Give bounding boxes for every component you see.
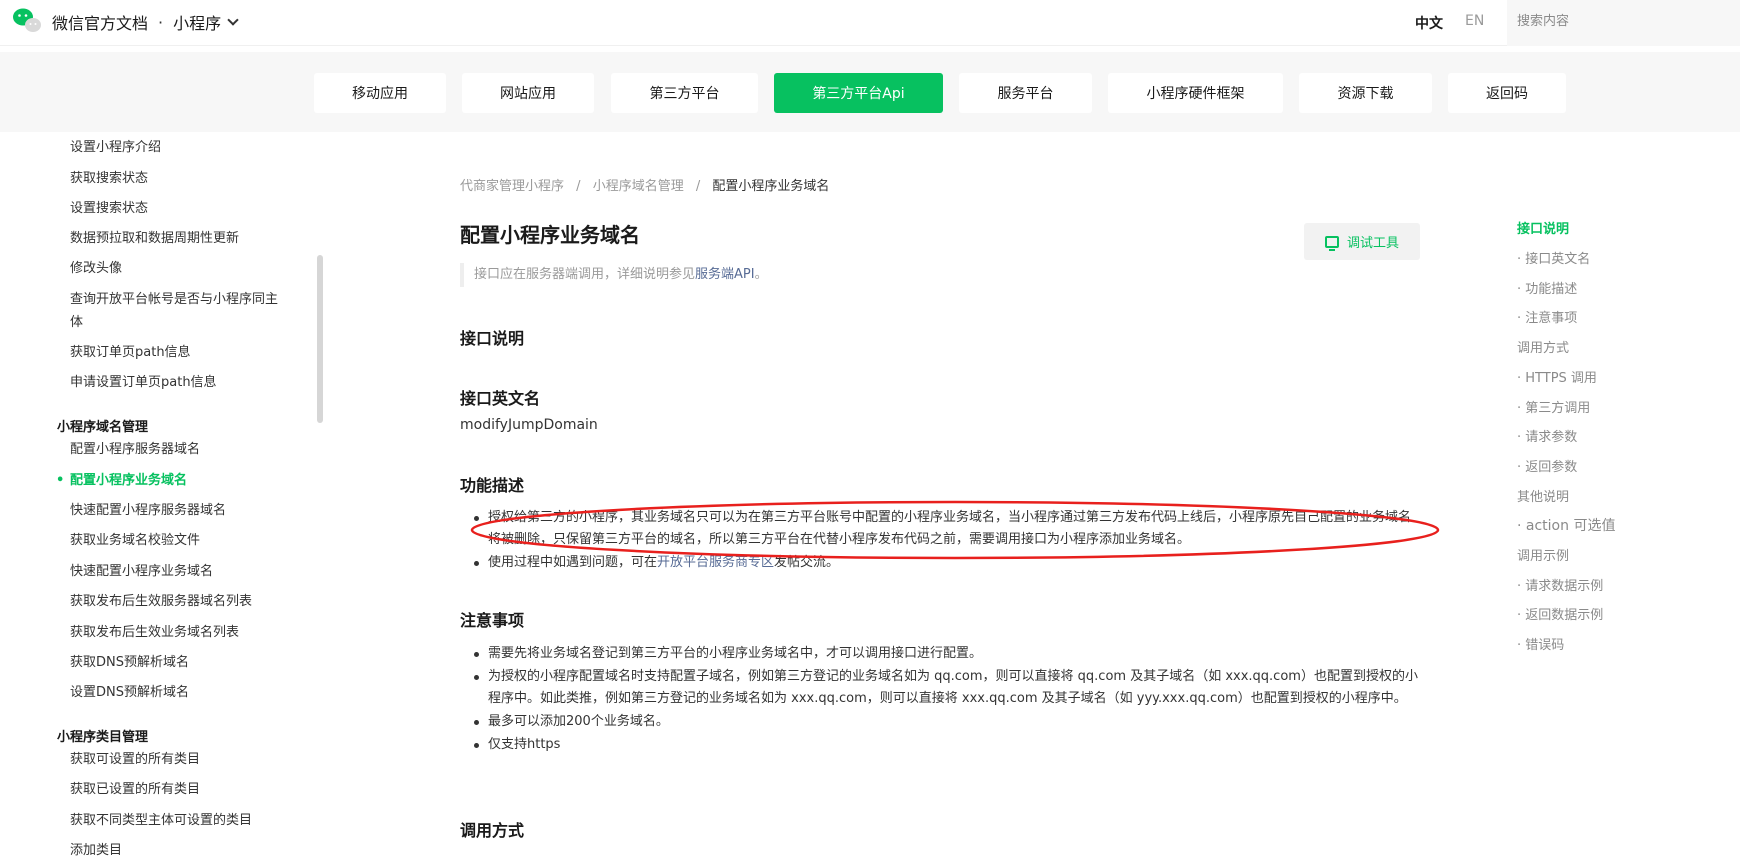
sidebar-item[interactable]: 设置DNS预解析域名	[70, 681, 290, 704]
toc-item-active[interactable]: 接口说明	[1517, 218, 1569, 237]
breadcrumb-separator: /	[576, 179, 581, 194]
search-input[interactable]	[1507, 0, 1740, 42]
list-item: 授权给第三方的小程序，其业务域名只可以为在第三方平台账号中配置的小程序业务域名，…	[474, 507, 1418, 551]
product-label: 小程序	[173, 14, 222, 33]
section-notes: 注意事项	[460, 611, 525, 630]
sidebar-item[interactable]: 添加类目	[70, 839, 290, 862]
sidebar-scrollbar[interactable]	[317, 255, 323, 423]
toc-item[interactable]: · HTTPS 调用	[1517, 367, 1597, 386]
cat-third-party-api[interactable]: 第三方平台Api	[774, 73, 943, 113]
breadcrumb-item[interactable]: 代商家管理小程序	[460, 179, 564, 194]
sidebar: 设置小程序介绍 获取搜索状态 设置搜索状态 数据预拉取和数据周期性更新 修改头像…	[40, 132, 324, 862]
page-title: 配置小程序业务域名	[460, 223, 640, 247]
notes-list: 需要先将业务域名登记到第三方平台的小程序业务域名中，才可以调用接口进行配置。 为…	[474, 643, 1418, 757]
desc-text: 使用过程中如遇到问题，可在	[488, 555, 658, 570]
toc-item[interactable]: · 注意事项	[1517, 307, 1577, 326]
service-zone-link[interactable]: 开放平台服务商专区	[657, 555, 774, 570]
toc-item[interactable]: · 返回参数	[1517, 456, 1577, 475]
sidebar-item[interactable]: 获取不同类型主体可设置的类目	[70, 809, 290, 832]
search-box	[1507, 0, 1740, 46]
product-selector[interactable]: 小程序	[173, 10, 239, 34]
brand: 微信官方文档 · 小程序	[52, 10, 239, 34]
description-list: 授权给第三方的小程序，其业务域名只可以为在第三方平台账号中配置的小程序业务域名，…	[474, 507, 1418, 575]
toc-item[interactable]: 调用示例	[1517, 545, 1569, 564]
section-description: 功能描述	[460, 476, 525, 495]
sidebar-item[interactable]: 快速配置小程序业务域名	[70, 560, 290, 583]
sidebar-item[interactable]: 查询开放平台帐号是否与小程序同主体	[70, 288, 290, 334]
sidebar-item[interactable]: 获取业务域名校验文件	[70, 529, 290, 552]
debug-tool-button[interactable]: 调试工具	[1304, 223, 1420, 260]
lang-en-link[interactable]: EN	[1465, 13, 1484, 29]
sidebar-item[interactable]: 申请设置订单页path信息	[70, 371, 290, 394]
sidebar-item[interactable]: 设置小程序介绍	[70, 136, 290, 159]
sidebar-item-active[interactable]: 配置小程序业务域名	[56, 469, 290, 492]
cat-resource-download[interactable]: 资源下载	[1299, 73, 1432, 113]
note-text: 接口应在服务器端调用，详细说明参见	[474, 267, 696, 282]
sidebar-item[interactable]: 获取发布后生效业务域名列表	[70, 621, 290, 644]
server-call-note: 接口应在服务器端调用，详细说明参见服务端API。	[460, 263, 768, 287]
list-item: 最多可以添加200个业务域名。	[474, 711, 1418, 733]
toc-item[interactable]: · 功能描述	[1517, 278, 1577, 297]
section-interface: 接口说明	[460, 329, 525, 348]
toc-item[interactable]: · 请求数据示例	[1517, 575, 1603, 594]
section-en-name: 接口英文名	[460, 389, 541, 408]
cat-return-code[interactable]: 返回码	[1448, 73, 1566, 113]
sidebar-group-category[interactable]: 小程序类目管理	[57, 726, 148, 745]
breadcrumb: 代商家管理小程序 / 小程序域名管理 / 配置小程序业务域名	[460, 175, 829, 194]
cat-service-platform[interactable]: 服务平台	[959, 73, 1092, 113]
debug-tool-label: 调试工具	[1346, 236, 1399, 251]
sidebar-item[interactable]: 获取搜索状态	[70, 167, 290, 190]
sidebar-item[interactable]: 数据预拉取和数据周期性更新	[70, 227, 290, 250]
toc-item[interactable]: 调用方式	[1517, 337, 1569, 356]
toc-item[interactable]: · action 可选值	[1517, 515, 1615, 535]
sidebar-group-domain[interactable]: 小程序域名管理	[57, 416, 148, 435]
sidebar-item[interactable]: 修改头像	[70, 257, 290, 280]
toc-item[interactable]: · 错误码	[1517, 634, 1564, 653]
lang-zh-link[interactable]: 中文	[1415, 13, 1443, 33]
list-item: 仅支持https	[474, 734, 1418, 756]
api-en-name: modifyJumpDomain	[460, 417, 598, 433]
list-item: 使用过程中如遇到问题，可在开放平台服务商专区发帖交流。	[474, 552, 1418, 574]
sidebar-item[interactable]: 获取订单页path信息	[70, 341, 290, 364]
toc-item[interactable]: · 请求参数	[1517, 426, 1577, 445]
breadcrumb-current: 配置小程序业务域名	[712, 179, 830, 194]
desc-text-after: 发帖交流。	[774, 555, 840, 570]
sidebar-item[interactable]: 设置搜索状态	[70, 197, 290, 220]
wechat-logo-icon[interactable]	[12, 6, 42, 34]
cat-third-party[interactable]: 第三方平台	[611, 73, 758, 113]
sidebar-item[interactable]: 获取DNS预解析域名	[70, 651, 290, 674]
breadcrumb-item[interactable]: 小程序域名管理	[593, 179, 684, 194]
brand-title[interactable]: 微信官方文档	[52, 10, 148, 34]
cat-web-app[interactable]: 网站应用	[462, 73, 594, 113]
chevron-down-icon	[227, 14, 239, 26]
sidebar-item[interactable]: 获取发布后生效服务器域名列表	[70, 590, 290, 613]
category-nav: 移动应用 网站应用 第三方平台 第三方平台Api 服务平台 小程序硬件框架 资源…	[0, 52, 1740, 132]
sidebar-item[interactable]: 获取已设置的所有类目	[70, 778, 290, 801]
server-api-link[interactable]: 服务端API	[695, 267, 755, 282]
section-call-method: 调用方式	[460, 821, 525, 840]
cat-hardware-framework[interactable]: 小程序硬件框架	[1108, 73, 1283, 113]
top-bar: 微信官方文档 · 小程序 中文 EN	[0, 0, 1740, 46]
toc-item[interactable]: 其他说明	[1517, 486, 1569, 505]
note-end: 。	[754, 267, 768, 282]
toc-item[interactable]: · 第三方调用	[1517, 397, 1590, 416]
sidebar-item[interactable]: 快速配置小程序服务器域名	[70, 499, 290, 522]
breadcrumb-separator: /	[695, 179, 701, 194]
brand-separator: ·	[158, 12, 164, 32]
cat-mobile-app[interactable]: 移动应用	[314, 73, 446, 113]
toc-item[interactable]: · 接口英文名	[1517, 248, 1590, 267]
sidebar-item[interactable]: 获取可设置的所有类目	[70, 748, 290, 771]
list-item: 为授权的小程序配置域名时支持配置子域名，例如第三方登记的业务域名如为 qq.co…	[474, 666, 1418, 710]
monitor-icon	[1324, 235, 1339, 251]
sidebar-item[interactable]: 配置小程序服务器域名	[70, 438, 290, 461]
list-item: 需要先将业务域名登记到第三方平台的小程序业务域名中，才可以调用接口进行配置。	[474, 643, 1418, 665]
toc-item[interactable]: · 返回数据示例	[1517, 604, 1603, 623]
